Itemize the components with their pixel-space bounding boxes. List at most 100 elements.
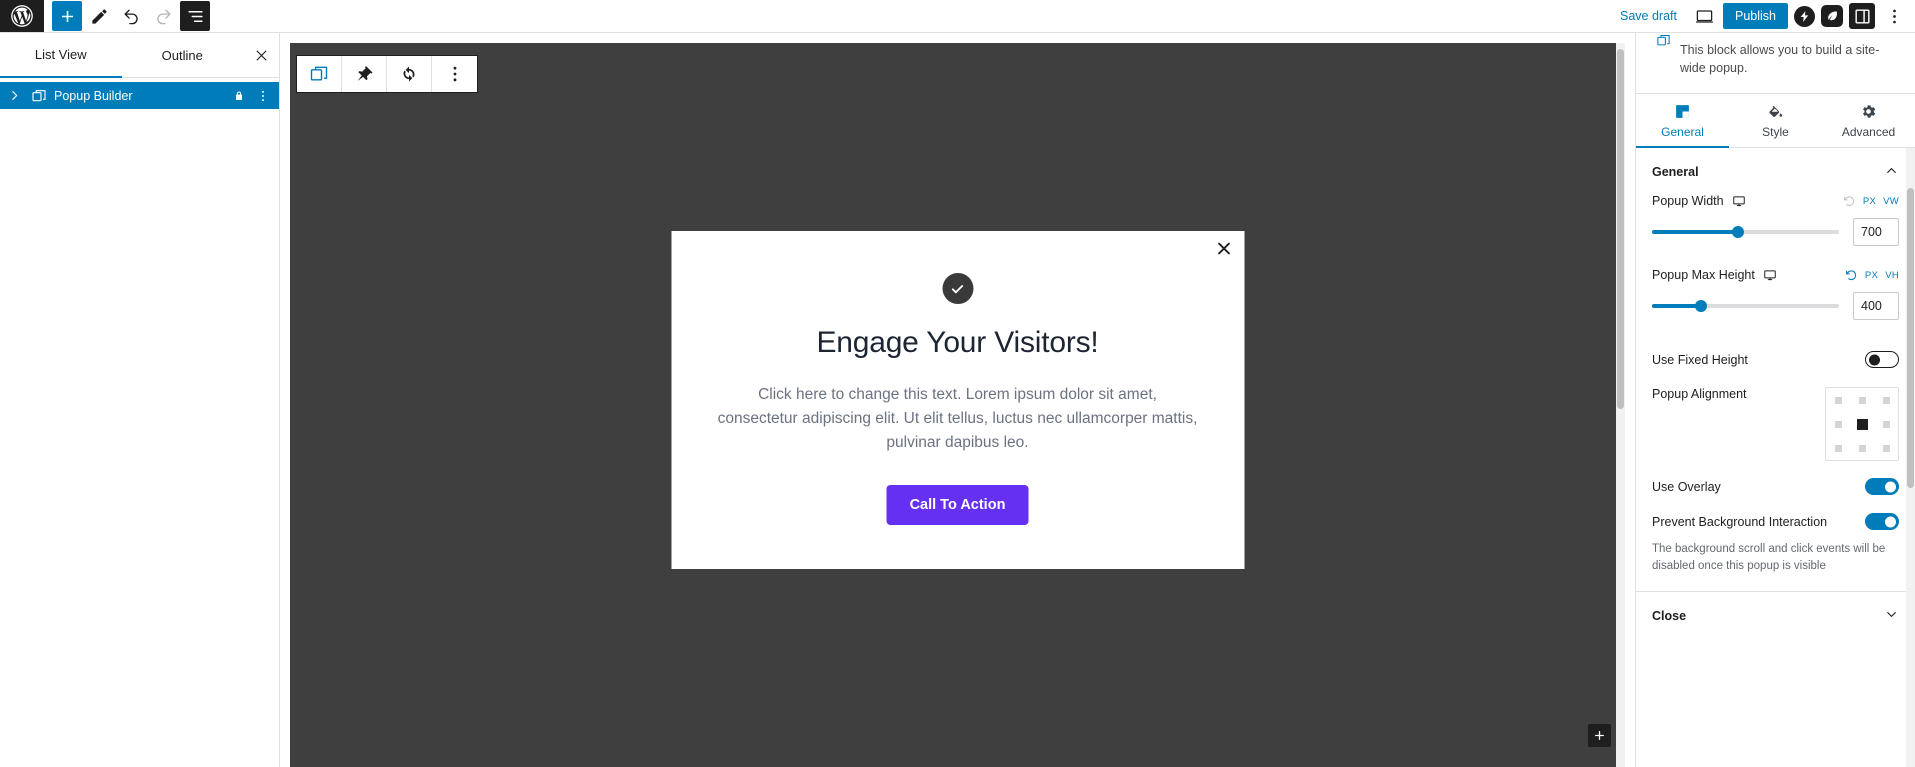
list-item[interactable]: Popup Builder	[0, 82, 279, 109]
block-settings-sidebar: This block allows you to build a site-wi…	[1635, 33, 1915, 767]
canvas-scrollbar-thumb[interactable]	[1617, 49, 1624, 409]
add-block-button[interactable]	[52, 1, 82, 31]
use-fixed-height-toggle[interactable]	[1865, 351, 1899, 369]
alignment-dot	[1882, 396, 1890, 404]
popup-max-height-input[interactable]	[1853, 292, 1899, 321]
reset-icon[interactable]	[1845, 269, 1858, 282]
popup-max-height-slider[interactable]	[1652, 300, 1839, 313]
list-view-button[interactable]	[180, 1, 210, 31]
unit-px[interactable]: PX	[1865, 270, 1878, 281]
alignment-dot	[1856, 418, 1868, 430]
editor-options-icon[interactable]	[1881, 3, 1907, 29]
popup-width-header: Popup Width PX VW	[1652, 194, 1899, 208]
edit-tool-button[interactable]	[84, 1, 114, 31]
popup-width-slider-row	[1652, 218, 1899, 247]
sync-button[interactable]	[387, 56, 432, 92]
block-more-options-button[interactable]	[432, 56, 477, 92]
top-bar-left-tools	[44, 0, 210, 32]
alignment-cell-5[interactable]	[1874, 412, 1898, 436]
lightning-bolt-icon[interactable]	[1794, 5, 1815, 27]
popup-max-height-units: PX VH	[1845, 269, 1899, 282]
pin-button[interactable]	[342, 56, 387, 92]
alignment-cell-2[interactable]	[1874, 388, 1898, 412]
editor-body: List View Outline Popup Builder Engage Y…	[0, 33, 1915, 767]
list-item-options-icon[interactable]	[253, 89, 273, 103]
call-to-action-button[interactable]: Call To Action	[886, 485, 1029, 526]
canvas-add-block-button[interactable]	[1588, 724, 1611, 747]
redo-button[interactable]	[148, 1, 178, 31]
save-draft-button[interactable]: Save draft	[1612, 3, 1685, 29]
leaf-badge-icon[interactable]	[1821, 5, 1843, 27]
desktop-preview-icon[interactable]	[1691, 3, 1717, 29]
alignment-cell-8[interactable]	[1874, 436, 1898, 460]
section-close-header[interactable]: Close	[1636, 592, 1915, 638]
unit-vw[interactable]: VW	[1883, 196, 1899, 207]
unit-vh[interactable]: VH	[1885, 270, 1899, 281]
popup-max-height-slider-fill	[1652, 304, 1701, 309]
alignment-dot	[1858, 444, 1866, 452]
popup-max-height-slider-knob[interactable]	[1694, 300, 1707, 313]
wordpress-logo-icon[interactable]	[0, 0, 44, 32]
chevron-down-icon[interactable]	[1884, 607, 1899, 625]
use-overlay-toggle[interactable]	[1865, 478, 1899, 496]
block-toolbar	[296, 55, 478, 93]
popup-width-input[interactable]	[1853, 218, 1899, 247]
list-view-sidebar: List View Outline Popup Builder	[0, 33, 280, 767]
popup-width-slider[interactable]	[1652, 226, 1839, 239]
canvas-scrollbar[interactable]	[1616, 43, 1625, 767]
section-general-header[interactable]: General	[1636, 148, 1915, 194]
list-view-tabs: List View Outline	[0, 33, 279, 78]
tab-general-label: General	[1661, 125, 1704, 140]
tab-style[interactable]: Style	[1729, 94, 1822, 148]
tab-advanced[interactable]: Advanced	[1822, 94, 1915, 148]
popup-width-slider-knob[interactable]	[1732, 226, 1745, 239]
unit-px[interactable]: PX	[1863, 196, 1876, 207]
popup-close-icon[interactable]	[1215, 240, 1232, 257]
block-type-button[interactable]	[297, 56, 342, 92]
list-view-block-list: Popup Builder	[0, 78, 279, 109]
chevron-right-icon[interactable]	[4, 89, 24, 102]
tab-outline[interactable]: Outline	[121, 33, 243, 78]
popup-body-text[interactable]: Click here to change this text. Lorem ip…	[717, 383, 1198, 455]
settings-panel-toggle-icon[interactable]	[1849, 3, 1875, 29]
editor-canvas[interactable]: Engage Your Visitors! Click here to chan…	[290, 43, 1625, 767]
alignment-cell-3[interactable]	[1826, 412, 1850, 436]
tab-list-view[interactable]: List View	[0, 33, 122, 78]
popup-alignment-grid[interactable]	[1825, 387, 1899, 462]
desktop-icon[interactable]	[1763, 268, 1777, 282]
lock-icon[interactable]	[229, 90, 249, 102]
top-bar-spacer	[210, 0, 1612, 32]
alignment-cell-0[interactable]	[1826, 388, 1850, 412]
alignment-dot	[1882, 420, 1890, 428]
control-popup-width: Popup Width PX VW	[1636, 194, 1915, 268]
alignment-dot	[1834, 444, 1842, 452]
gear-icon	[1860, 103, 1877, 120]
alignment-cell-6[interactable]	[1826, 436, 1850, 460]
popup-preview-card[interactable]: Engage Your Visitors! Click here to chan…	[671, 231, 1244, 570]
check-circle-icon	[942, 273, 973, 304]
alignment-dot	[1858, 396, 1866, 404]
section-close-label: Close	[1652, 608, 1687, 623]
close-list-view-icon[interactable]	[243, 33, 279, 78]
reset-icon[interactable]	[1843, 195, 1856, 208]
control-prevent-background-interaction: Prevent Background Interaction	[1636, 504, 1915, 539]
popup-title[interactable]: Engage Your Visitors!	[717, 326, 1198, 360]
tab-general[interactable]: General	[1636, 94, 1729, 149]
undo-button[interactable]	[116, 1, 146, 31]
alignment-cell-4[interactable]	[1850, 412, 1874, 436]
tab-advanced-label: Advanced	[1841, 125, 1896, 140]
settings-scrollbar-thumb[interactable]	[1907, 188, 1914, 489]
desktop-icon[interactable]	[1732, 194, 1746, 208]
alignment-cell-7[interactable]	[1850, 436, 1874, 460]
alignment-cell-1[interactable]	[1850, 388, 1874, 412]
general-square-icon	[1674, 103, 1691, 120]
editor-top-bar: Save draft Publish	[0, 0, 1915, 33]
alignment-dot	[1834, 420, 1842, 428]
popup-block-icon	[28, 88, 50, 104]
popup-block-icon	[1656, 33, 1671, 53]
publish-button[interactable]: Publish	[1723, 3, 1788, 29]
control-use-overlay: Use Overlay	[1636, 469, 1915, 504]
prevent-background-interaction-toggle[interactable]	[1865, 513, 1899, 531]
settings-scrollbar[interactable]	[1906, 148, 1915, 767]
chevron-up-icon[interactable]	[1884, 163, 1899, 181]
